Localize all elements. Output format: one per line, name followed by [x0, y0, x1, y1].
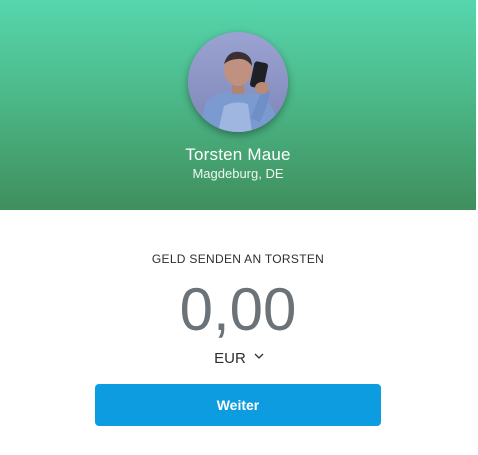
chevron-down-icon — [254, 352, 264, 360]
continue-button[interactable]: Weiter — [95, 384, 381, 426]
currency-label: EUR — [214, 350, 246, 367]
send-money-page: Torsten Maue Magdeburg, DE GELD SENDEN A… — [0, 0, 478, 455]
avatar-photo — [188, 32, 288, 132]
profile-location: Magdeburg, DE — [192, 166, 284, 181]
amount-input[interactable]: 0,00 — [0, 276, 476, 344]
profile-header: Torsten Maue Magdeburg, DE — [0, 0, 476, 210]
currency-selector[interactable]: EUR — [0, 350, 476, 367]
send-to-label: GELD SENDEN AN TORSTEN — [151, 252, 325, 266]
profile-name: Torsten Maue — [185, 145, 291, 164]
avatar — [188, 32, 288, 132]
